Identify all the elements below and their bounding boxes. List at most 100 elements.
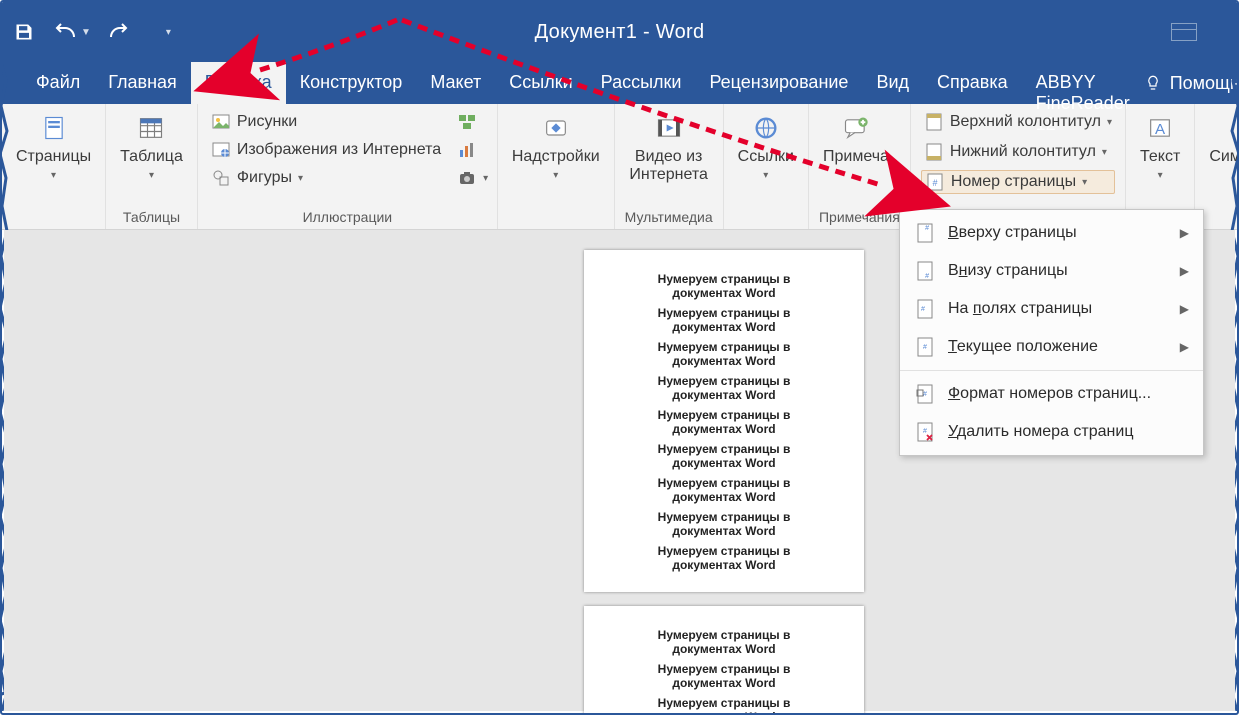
format-numbers-icon: # — [914, 383, 936, 405]
tab-insert[interactable]: Вставка — [191, 62, 286, 104]
menu-top-of-page[interactable]: # Вверху страницы ▶ — [900, 214, 1203, 252]
svg-text:#: # — [932, 178, 937, 188]
document-page-2[interactable]: Нумеруем страницы вдокументах WordНумеру… — [584, 606, 864, 715]
shapes-label: Фигуры — [237, 169, 292, 187]
footer-icon — [924, 142, 944, 162]
svg-text:#: # — [923, 391, 927, 398]
footer-button[interactable]: Нижний колонтитул▾ — [921, 140, 1115, 164]
screenshot-button[interactable]: ▾ — [454, 166, 491, 190]
page-current-icon: # — [914, 336, 936, 358]
tab-references[interactable]: Ссылки — [495, 62, 586, 104]
undo-icon — [52, 23, 78, 41]
footer-label: Нижний колонтитул — [950, 143, 1096, 161]
menu-current-position[interactable]: # Текущее положение ▶ — [900, 328, 1203, 366]
link-icon — [747, 112, 785, 144]
page-number-button[interactable]: # Номер страницы▾ — [921, 170, 1115, 194]
table-icon — [132, 112, 170, 144]
svg-text:#: # — [925, 273, 929, 280]
symbols-button[interactable]: Сим — [1205, 110, 1239, 168]
group-links: Ссылки ▾ — [724, 104, 809, 229]
addins-button[interactable]: Надстройки ▾ — [508, 110, 604, 183]
comment-label: Примеча — [823, 148, 889, 166]
page-margin-icon: # — [914, 298, 936, 320]
chart-button[interactable] — [454, 138, 491, 162]
pictures-label: Рисунки — [237, 113, 297, 131]
menu-page-margins[interactable]: # На полях страницы ▶ — [900, 290, 1203, 328]
comment-icon — [837, 112, 875, 144]
group-pages: Страницы ▾ — [2, 104, 106, 229]
online-video-label: Видео из Интернета — [629, 148, 709, 185]
menu-format-page-numbers[interactable]: # Формат номеров страниц... — [900, 375, 1203, 413]
links-button[interactable]: Ссылки ▾ — [734, 110, 798, 183]
media-group-label: Мультимедиа — [625, 205, 713, 227]
online-picture-icon — [211, 140, 231, 160]
menu-remove-page-numbers[interactable]: # Удалить номера страниц — [900, 413, 1203, 451]
addins-label: Надстройки — [512, 148, 600, 166]
svg-text:#: # — [923, 344, 927, 351]
menu-margins-label: олях страницы — [982, 300, 1093, 317]
lightbulb-icon — [1144, 74, 1162, 92]
menu-bottom-of-page[interactable]: # Внизу страницы ▶ — [900, 252, 1203, 290]
chart-icon — [457, 140, 477, 160]
document-page-1[interactable]: Нумеруем страницы вдокументах WordНумеру… — [584, 250, 864, 592]
online-video-button[interactable]: Видео из Интернета — [625, 110, 713, 187]
menu-bottom-label: изу страницы — [968, 262, 1068, 279]
redo-button[interactable] — [109, 23, 131, 41]
smartart-button[interactable] — [454, 110, 491, 134]
undo-button[interactable]: ▼ — [52, 23, 91, 41]
tab-home[interactable]: Главная — [94, 62, 191, 104]
comment-button[interactable]: Примеча — [819, 110, 893, 168]
page-top-icon: # — [914, 222, 936, 244]
text-button[interactable]: A Текст ▾ — [1136, 110, 1184, 183]
pages-button[interactable]: Страницы ▾ — [12, 110, 95, 183]
illustrations-group-label: Иллюстрации — [208, 205, 487, 227]
save-button[interactable] — [14, 22, 34, 42]
save-icon — [14, 22, 34, 42]
links-label: Ссылки — [738, 148, 794, 166]
shapes-button[interactable]: Фигуры ▾ — [208, 166, 444, 190]
pictures-button[interactable]: Рисунки — [208, 110, 444, 134]
tell-me[interactable]: Помощн — [1144, 62, 1239, 104]
menu-current-label: екущее положение — [957, 338, 1098, 355]
submenu-arrow-icon: ▶ — [1180, 302, 1189, 316]
tab-design[interactable]: Конструктор — [286, 62, 417, 104]
tab-review[interactable]: Рецензирование — [695, 62, 862, 104]
group-illustrations: Рисунки Изображения из Интернета Фигуры … — [198, 104, 498, 229]
picture-icon — [211, 112, 231, 132]
ribbon-tabs: Файл Главная Вставка Конструктор Макет С… — [2, 62, 1237, 104]
svg-text:#: # — [921, 306, 925, 313]
tables-group-label: Таблицы — [116, 205, 187, 227]
svg-text:#: # — [923, 428, 927, 435]
pages-label: Страницы — [16, 148, 91, 166]
tab-layout[interactable]: Макет — [416, 62, 495, 104]
tab-view[interactable]: Вид — [862, 62, 923, 104]
comments-group-label: Примечания — [819, 205, 900, 227]
document-title: Документ1 - Word — [535, 21, 705, 44]
online-pictures-label: Изображения из Интернета — [237, 141, 441, 159]
submenu-arrow-icon: ▶ — [1180, 340, 1189, 354]
shapes-icon — [211, 168, 231, 188]
submenu-arrow-icon: ▶ — [1180, 264, 1189, 278]
page-bottom-icon: # — [914, 260, 936, 282]
symbols-label: Сим — [1209, 148, 1239, 166]
ribbon-display-options-icon[interactable] — [1171, 23, 1197, 41]
online-pictures-button[interactable]: Изображения из Интернета — [208, 138, 444, 162]
header-label: Верхний колонтитул — [950, 113, 1101, 131]
quick-access-toolbar: ▼ ▾ — [14, 22, 171, 42]
menu-format-label: ормат номеров страниц... — [960, 385, 1151, 402]
header-button[interactable]: Верхний колонтитул▾ — [921, 110, 1115, 134]
text-label: Текст — [1140, 148, 1180, 166]
tab-help[interactable]: Справка — [923, 62, 1022, 104]
group-media: Видео из Интернета Мультимедиа — [615, 104, 724, 229]
tell-me-label: Помощн — [1170, 73, 1239, 94]
qat-customize-button[interactable]: ▾ — [163, 27, 171, 38]
table-button[interactable]: Таблица ▾ — [116, 110, 187, 183]
tab-file[interactable]: Файл — [22, 62, 94, 104]
title-bar: ▼ ▾ Документ1 - Word — [2, 2, 1237, 62]
tab-abbyy[interactable]: ABBYY FineReader 12 — [1022, 62, 1144, 104]
page-number-menu: # Вверху страницы ▶ # Внизу страницы ▶ #… — [899, 209, 1204, 456]
textbox-icon: A — [1141, 112, 1179, 144]
tab-mailings[interactable]: Рассылки — [587, 62, 696, 104]
group-tables: Таблица ▾ Таблицы — [106, 104, 198, 229]
addins-icon — [537, 112, 575, 144]
